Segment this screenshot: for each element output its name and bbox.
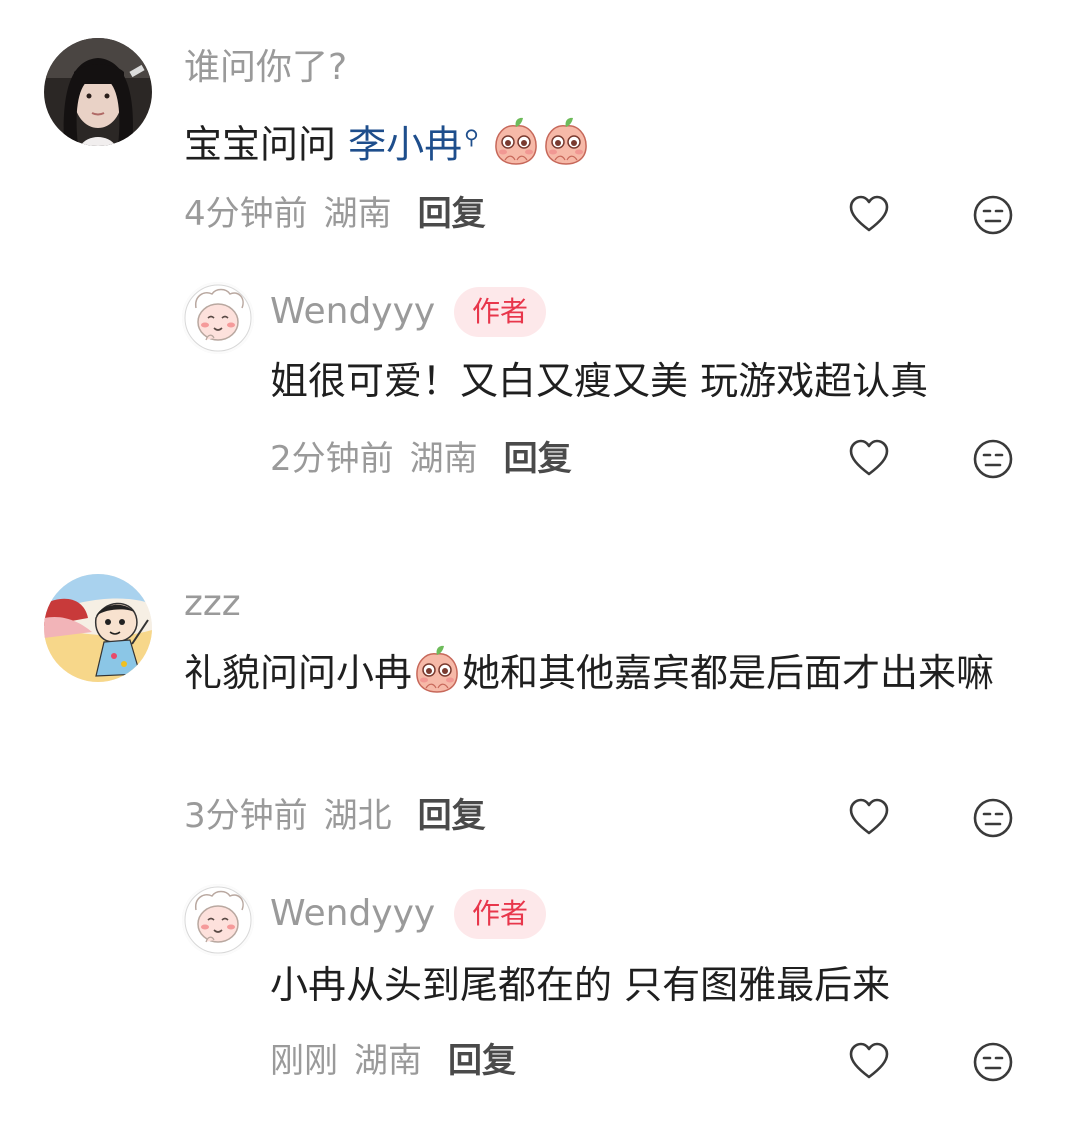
dislike-button[interactable]	[971, 796, 1015, 840]
dislike-button[interactable]	[971, 1040, 1015, 1084]
comment-content: 姐很可爱！又白又瘦又美 玩游戏超认真	[270, 359, 929, 403]
girl-photo-avatar-icon	[44, 38, 152, 146]
comment-meta: 3分钟前 湖北 回复	[184, 794, 486, 838]
meh-face-icon	[971, 1040, 1015, 1084]
comment-time: 2分钟前	[270, 439, 394, 479]
reply-button[interactable]: 回复	[504, 439, 572, 479]
like-button[interactable]	[847, 437, 891, 481]
comment-location: 湖南	[409, 439, 478, 479]
username[interactable]: 谁问你了?	[184, 46, 347, 90]
mention-link[interactable]: 李小冉	[348, 123, 462, 167]
peach-emoji-icon	[493, 116, 539, 166]
like-button[interactable]	[847, 193, 891, 237]
comment-location: 湖南	[323, 194, 392, 234]
heart-outline-icon	[847, 796, 891, 840]
cartoon-sheep-avatar-icon	[182, 282, 254, 354]
heart-outline-icon	[847, 1040, 891, 1084]
comment-text: 宝宝问问	[184, 122, 349, 167]
user-avatar[interactable]	[182, 282, 254, 354]
reply-button[interactable]: 回复	[418, 194, 486, 234]
meh-face-icon	[971, 796, 1015, 840]
author-badge: 作者	[454, 889, 547, 939]
reply-button[interactable]: 回复	[418, 796, 486, 836]
meh-face-icon	[971, 437, 1015, 481]
username[interactable]: Wendyyy	[270, 290, 435, 334]
like-button[interactable]	[847, 1040, 891, 1084]
comment-time: 4分钟前	[184, 194, 308, 234]
comment-meta: 4分钟前 湖南 回复	[184, 192, 486, 236]
comment-location: 湖北	[323, 796, 392, 836]
dislike-button[interactable]	[971, 193, 1015, 237]
user-avatar[interactable]	[44, 574, 152, 682]
peach-emoji-icon	[414, 644, 460, 694]
cartoon-sheep-avatar-icon	[182, 884, 254, 956]
heart-outline-icon	[847, 193, 891, 237]
reply-button[interactable]: 回复	[448, 1041, 516, 1081]
comment-content: 礼貌问问小冉 她和其他嘉宾都是后面才出来嘛	[184, 640, 1014, 706]
user-avatar[interactable]	[182, 884, 254, 956]
user-avatar[interactable]	[44, 38, 152, 146]
author-badge: 作者	[454, 287, 547, 337]
heart-outline-icon	[847, 437, 891, 481]
username[interactable]: zzz	[184, 582, 241, 626]
comment-time: 刚刚	[270, 1041, 338, 1081]
peach-emoji-icon	[543, 116, 589, 166]
comment-meta: 2分钟前 湖南 回复	[270, 437, 572, 481]
comment-meta: 刚刚 湖南 回复	[270, 1039, 516, 1083]
search-icon[interactable]: ⚲	[464, 125, 479, 149]
username[interactable]: Wendyyy	[270, 892, 435, 936]
like-button[interactable]	[847, 796, 891, 840]
comment-text: 她和其他嘉宾都是后面才出来嘛	[462, 651, 995, 695]
cartoon-boy-avatar-icon	[44, 574, 152, 682]
comment-time: 3分钟前	[184, 796, 308, 836]
meh-face-icon	[971, 193, 1015, 237]
dislike-button[interactable]	[971, 437, 1015, 481]
comment-content: 宝宝问问 李小冉 ⚲	[184, 104, 591, 178]
comment-text: 礼貌问问小冉	[184, 651, 413, 695]
comment-location: 湖南	[354, 1041, 422, 1081]
comment-content: 小冉从头到尾都在的 只有图雅最后来	[270, 963, 891, 1007]
